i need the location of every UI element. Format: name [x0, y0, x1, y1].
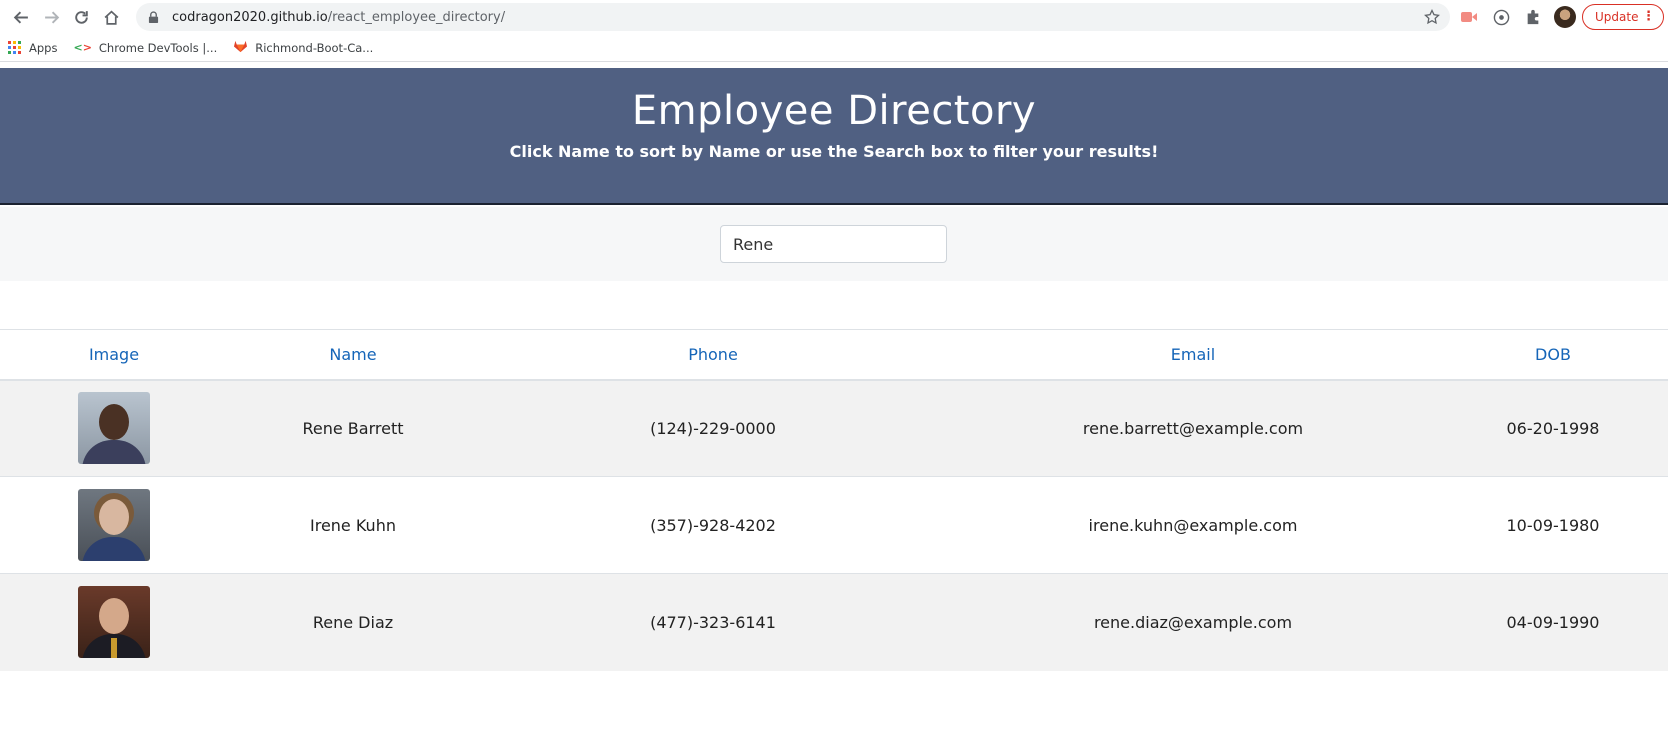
column-header-phone: Phone [478, 329, 948, 381]
url-path: /react_employee_directory/ [327, 9, 506, 25]
phone-cell: (357)-928-4202 [478, 476, 948, 574]
table-row: Irene Kuhn (357)-928-4202 irene.kuhn@exa… [0, 476, 1668, 574]
profile-avatar[interactable] [1552, 3, 1578, 31]
dob-cell: 06-20-1998 [1438, 379, 1668, 477]
name-cell: Rene Barrett [228, 379, 478, 477]
browser-toolbar: codragon2020.github.io/react_employee_di… [0, 0, 1668, 34]
name-cell: Irene Kuhn [228, 476, 478, 574]
table-row: Rene Diaz (477)-323-6141 rene.diaz@examp… [0, 573, 1668, 671]
dob-cell: 10-09-1980 [1438, 476, 1668, 574]
extension-circle-icon[interactable] [1488, 3, 1514, 31]
employee-photo [78, 586, 150, 659]
lock-icon [148, 10, 162, 24]
employee-photo [78, 392, 150, 465]
bookmark-richmond[interactable]: Richmond-Boot-Ca... [233, 39, 373, 56]
apps-grid-icon [8, 40, 22, 55]
screencast-extension-icon[interactable] [1456, 3, 1482, 31]
update-button[interactable]: Update ⋮ [1582, 4, 1664, 30]
menu-dots-icon[interactable]: ⋮ [1642, 9, 1655, 25]
update-label: Update [1595, 10, 1639, 24]
url-text: codragon2020.github.io/react_employee_di… [172, 10, 505, 25]
phone-cell: (124)-229-0000 [478, 379, 948, 477]
bookmark-devtools[interactable]: <> Chrome DevTools |... [73, 41, 217, 55]
column-header-name[interactable]: Name [228, 329, 478, 381]
url-host: codragon2020.github.io [172, 9, 328, 25]
search-bar [0, 207, 1668, 281]
employee-table: Image Name Phone Email DOB Rene Barrett … [0, 329, 1668, 671]
search-input[interactable] [720, 225, 947, 263]
image-cell [0, 573, 228, 671]
puzzle-extensions-icon[interactable] [1520, 3, 1546, 31]
home-icon[interactable] [96, 3, 126, 31]
gitlab-icon [233, 39, 248, 56]
bookmark-apps[interactable]: Apps [8, 40, 58, 55]
bookmark-label: Chrome DevTools |... [98, 40, 218, 55]
employee-photo [78, 489, 150, 561]
address-bar[interactable]: codragon2020.github.io/react_employee_di… [136, 3, 1450, 31]
extensions-area [1456, 3, 1578, 31]
column-header-email: Email [948, 329, 1438, 381]
name-cell: Rene Diaz [228, 573, 478, 671]
directory-header: Employee Directory Click Name to sort by… [0, 68, 1668, 205]
phone-cell: (477)-323-6141 [478, 573, 948, 671]
table-header-row: Image Name Phone Email DOB [0, 329, 1668, 381]
column-header-dob: DOB [1438, 329, 1668, 381]
table-row: Rene Barrett (124)-229-0000 rene.barrett… [0, 379, 1668, 477]
image-cell [0, 379, 228, 477]
bookmark-label: Apps [29, 40, 58, 55]
bookmarks-bar: Apps <> Chrome DevTools |... Richmond-Bo… [0, 34, 1668, 62]
devtools-icon: <> [73, 41, 92, 54]
forward-arrow-icon[interactable] [36, 3, 66, 31]
email-cell: irene.kuhn@example.com [948, 476, 1438, 574]
page-title: Employee Directory [631, 88, 1037, 134]
page-subtitle: Click Name to sort by Name or use the Se… [509, 142, 1159, 161]
bookmark-label: Richmond-Boot-Ca... [255, 40, 374, 55]
dob-cell: 04-09-1990 [1438, 573, 1668, 671]
back-arrow-icon[interactable] [6, 3, 36, 31]
column-header-image: Image [0, 329, 228, 381]
reload-icon[interactable] [66, 3, 96, 31]
email-cell: rene.diaz@example.com [948, 573, 1438, 671]
bookmark-star-icon[interactable] [1424, 8, 1440, 29]
image-cell [0, 476, 228, 574]
email-cell: rene.barrett@example.com [948, 379, 1438, 477]
